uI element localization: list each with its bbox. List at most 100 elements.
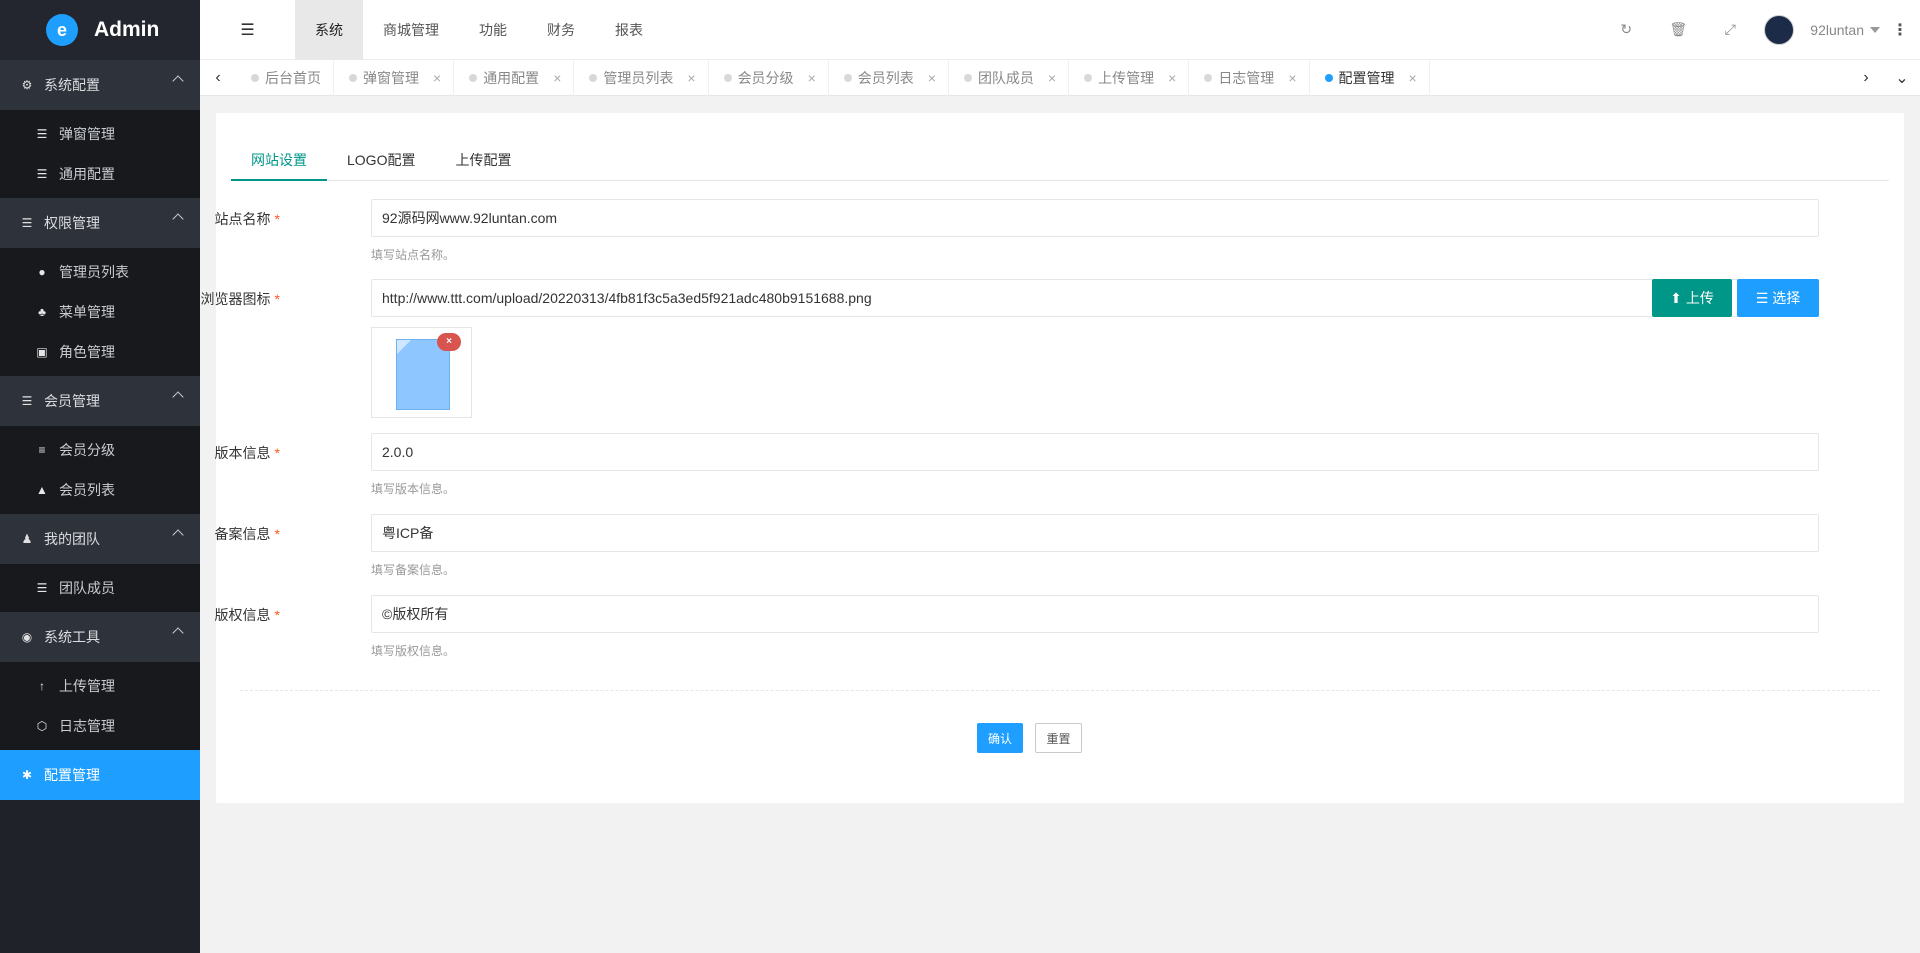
sidebar-group-system-config[interactable]: ⚙ 系统配置: [0, 60, 200, 110]
close-icon[interactable]: ×: [1048, 70, 1056, 86]
tab-team-members[interactable]: 团队成员 ×: [949, 59, 1070, 96]
confirm-button[interactable]: 确认: [977, 723, 1023, 753]
top-nav-finance[interactable]: 财务: [527, 0, 595, 60]
version-input[interactable]: 2.0.0: [371, 433, 1819, 471]
copyright-tip: 填写版权信息。: [371, 644, 456, 658]
asterisk-icon: ✱: [21, 768, 33, 782]
sidebar-item-logs[interactable]: ⬡ 日志管理: [0, 706, 200, 746]
logo-icon: e: [46, 14, 78, 46]
top-nav-system[interactable]: 系统: [295, 0, 363, 60]
top-nav-features[interactable]: 功能: [459, 0, 527, 60]
tab-popup[interactable]: 弹窗管理 ×: [334, 59, 455, 96]
hexagon-icon: ⬡: [36, 719, 48, 733]
form-tab-logo-config[interactable]: LOGO配置: [327, 145, 435, 181]
sidebar-item-label: 会员分级: [59, 442, 115, 458]
trash-icon[interactable]: 🗑: [1652, 21, 1704, 38]
icp-input[interactable]: 粤ICP备: [371, 514, 1819, 552]
sidebar-item-roles[interactable]: ▣ 角色管理: [0, 332, 200, 372]
tree-icon: ♣: [38, 305, 46, 319]
tab-dot: [963, 73, 972, 82]
select-button[interactable]: ☰ 选择: [1737, 279, 1819, 317]
fullscreen-icon[interactable]: ⤢: [1704, 21, 1756, 38]
required-mark: *: [274, 526, 280, 542]
tab-dot: [589, 73, 598, 82]
app-title: Admin: [94, 18, 160, 41]
avatar[interactable]: [1764, 14, 1795, 45]
sidebar-group-label: 系统配置: [44, 77, 100, 93]
upload-icon: ⬆: [1670, 289, 1682, 306]
sidebar-item-member-list[interactable]: ▲ 会员列表: [0, 470, 200, 510]
icp-label-text: 备案信息: [214, 526, 271, 542]
icp-label: 备案信息 *: [140, 524, 280, 544]
sidebar-item-label: 菜单管理: [59, 304, 115, 320]
tab-label: 后台首页: [265, 69, 321, 86]
tab-label: 弹窗管理: [363, 69, 419, 86]
tab-dot: [251, 73, 259, 82]
page-tabs-bar: ‹ 后台首页 弹窗管理 × 通用配置 × 管理员列表 × 会员分级 × 会员列表 × 团队…: [200, 59, 1920, 96]
close-icon[interactable]: ×: [928, 70, 936, 86]
close-icon[interactable]: ×: [1168, 70, 1176, 86]
tab-dot: [1084, 73, 1093, 82]
cogs-icon: ⚙: [21, 78, 33, 92]
menu-fold-icon[interactable]: ☰: [200, 0, 295, 60]
close-icon[interactable]: ×: [1409, 70, 1417, 86]
id-card-icon: ▣: [36, 345, 48, 359]
sidebar-group-members[interactable]: ☰ 会员管理: [0, 376, 200, 426]
sidebar-item-admin-list[interactable]: ● 管理员列表: [0, 252, 200, 292]
sidebar-item-popup[interactable]: ☰ 弹窗管理: [0, 114, 200, 154]
close-icon[interactable]: ×: [1288, 70, 1296, 86]
sidebar-sub-members: ≡ 会员分级 ▲ 会员列表: [0, 426, 200, 514]
close-icon[interactable]: ×: [687, 70, 695, 86]
close-icon[interactable]: ×: [433, 70, 441, 86]
sidebar-item-team-members[interactable]: ☰ 团队成员: [0, 568, 200, 608]
tab-logs[interactable]: 日志管理 ×: [1189, 59, 1310, 96]
tab-dot: [469, 73, 478, 82]
top-right-tools: ↻ 🗑 ⤢ 92luntan ⋮: [1600, 0, 1920, 60]
tab-home[interactable]: 后台首页: [236, 59, 334, 96]
caret-down-icon[interactable]: [1870, 26, 1880, 33]
tab-upload[interactable]: 上传管理 ×: [1069, 59, 1190, 96]
sidebar-item-config-management[interactable]: ✱ 配置管理: [0, 750, 200, 800]
tab-general-config[interactable]: 通用配置 ×: [454, 59, 575, 96]
list-icon: ☰: [36, 127, 48, 141]
tab-admin-list[interactable]: 管理员列表 ×: [574, 59, 709, 96]
list-icon: ☰: [36, 581, 48, 595]
top-nav-reports[interactable]: 报表: [595, 0, 663, 60]
form-tab-upload-config[interactable]: 上传配置: [435, 145, 531, 181]
reset-button[interactable]: 重置: [1035, 723, 1082, 753]
site-name-input[interactable]: 92源码网www.92luntan.com: [371, 199, 1819, 237]
upload-button[interactable]: ⬆ 上传: [1652, 279, 1732, 317]
list-icon: ☰: [1755, 289, 1769, 306]
copyright-input[interactable]: ©版权所有: [371, 595, 1819, 633]
favicon-url-input[interactable]: http://www.ttt.com/upload/20220313/4fb81…: [371, 279, 1819, 317]
tabs-prev-icon[interactable]: ‹: [200, 60, 236, 96]
tabs-dropdown-icon[interactable]: ⌄: [1884, 60, 1920, 96]
sidebar-item-label: 上传管理: [59, 678, 115, 694]
tab-dot: [843, 73, 852, 82]
tab-config-management[interactable]: 配置管理 ×: [1310, 59, 1430, 96]
close-icon[interactable]: ×: [553, 70, 561, 86]
tab-member-level[interactable]: 会员分级 ×: [709, 59, 829, 96]
tabs-next-icon[interactable]: ›: [1848, 60, 1884, 96]
sidebar: e Admin ⚙ 系统配置 ☰ 弹窗管理 ☰ 通用配置 ☰ 权限管理 ● 管理…: [0, 0, 200, 953]
list-icon: ☰: [21, 216, 33, 230]
username[interactable]: 92luntan: [1810, 22, 1864, 38]
tab-label: 配置管理: [1338, 69, 1395, 86]
tab-dot: [1204, 73, 1213, 82]
refresh-icon[interactable]: ↻: [1600, 21, 1652, 38]
tab-member-list[interactable]: 会员列表 ×: [829, 59, 949, 96]
copyright-label: 版权信息 *: [140, 605, 280, 625]
logo[interactable]: e Admin: [0, 0, 200, 60]
version-label-text: 版本信息: [214, 445, 271, 461]
top-nav-mall[interactable]: 商城管理: [363, 0, 459, 60]
form-divider: [240, 690, 1880, 691]
sidebar-item-upload[interactable]: ↑ 上传管理: [0, 666, 200, 706]
delete-image-icon[interactable]: ×: [437, 333, 461, 351]
graduation-cap-icon: ▲: [36, 483, 48, 497]
form-tab-site-settings[interactable]: 网站设置: [231, 145, 327, 181]
close-icon[interactable]: ×: [808, 70, 816, 86]
tab-label: 通用配置: [483, 69, 540, 86]
more-vertical-icon[interactable]: ⋮: [1880, 20, 1920, 40]
sidebar-group-label: 权限管理: [44, 215, 100, 231]
sidebar-item-general-config[interactable]: ☰ 通用配置: [0, 154, 200, 194]
